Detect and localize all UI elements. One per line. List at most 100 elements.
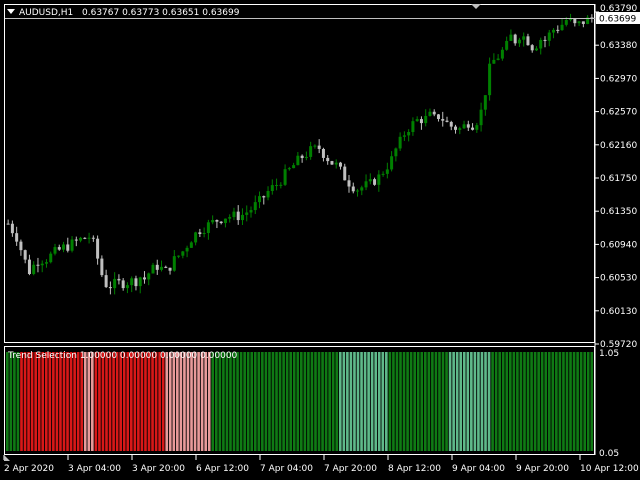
candle	[258, 191, 262, 209]
candle-body	[552, 29, 556, 33]
candle-body	[23, 250, 27, 260]
chart-shift-marker-icon[interactable]	[471, 4, 481, 9]
scroll-corner-icon[interactable]	[4, 455, 10, 461]
candle-body	[304, 156, 308, 159]
indicator-bar	[257, 352, 261, 451]
indicator-bar	[508, 352, 512, 451]
candle	[147, 272, 151, 286]
candle-body	[326, 157, 330, 162]
candle-body	[215, 220, 219, 222]
candle	[40, 260, 44, 273]
indicator-bar	[331, 352, 335, 451]
candle	[296, 152, 300, 166]
collapse-triangle-icon[interactable]	[7, 9, 15, 14]
indicator-bar	[261, 352, 264, 451]
candle	[471, 123, 475, 131]
indicator-bar	[278, 352, 282, 451]
candle	[462, 120, 466, 129]
candle-body	[168, 267, 172, 271]
candle	[411, 117, 415, 136]
candle	[390, 151, 394, 172]
candle-body	[492, 59, 496, 64]
candle	[373, 177, 377, 186]
indicator-bar	[431, 352, 434, 451]
indicator-bar	[360, 352, 363, 451]
candle	[160, 260, 164, 272]
candle	[407, 129, 411, 142]
candle	[522, 32, 526, 47]
candle-body	[134, 278, 138, 287]
candle	[581, 21, 585, 28]
candle	[317, 139, 321, 154]
candle-body	[62, 244, 66, 250]
candles-group	[6, 13, 594, 295]
indicator-bar	[207, 352, 211, 451]
indicator-bar	[363, 352, 367, 451]
indicator-bar	[168, 352, 172, 451]
indicator-bar	[438, 352, 441, 451]
candle	[488, 57, 492, 101]
indicator-bar	[229, 352, 232, 451]
candle-body	[526, 36, 530, 46]
candle	[125, 282, 129, 294]
trading-chart[interactable]: AUDUSD,H1 0.63767 0.63773 0.63651 0.6369…	[0, 0, 640, 480]
candle	[394, 147, 398, 162]
indicator-bar	[101, 352, 105, 451]
candle-body	[40, 263, 44, 266]
time-label: 2 Apr 2020	[4, 464, 54, 474]
indicator-bar	[381, 352, 385, 451]
price-label: 0.60940	[600, 240, 637, 250]
candle	[189, 241, 193, 248]
candle	[279, 182, 283, 189]
indicator-bars-group	[6, 352, 594, 451]
candle-body	[360, 187, 364, 191]
indicator-bar	[20, 352, 23, 451]
candle-body	[334, 162, 338, 165]
candle	[223, 218, 227, 228]
candle-body	[475, 125, 479, 130]
candle	[547, 29, 551, 47]
candle-body	[74, 239, 78, 241]
candle-body	[407, 132, 411, 136]
indicator-bar	[179, 352, 183, 451]
indicator-bar	[30, 352, 34, 451]
indicator-bar	[211, 352, 215, 451]
candle-body	[436, 114, 440, 119]
candle-body	[228, 217, 232, 219]
candle-body	[573, 18, 577, 24]
candle	[262, 195, 266, 205]
candle	[100, 255, 104, 278]
candle-body	[377, 174, 381, 185]
candle-body	[53, 247, 57, 254]
candle	[185, 245, 189, 258]
candle-body	[83, 237, 87, 239]
candle	[569, 13, 573, 22]
candle	[419, 116, 423, 130]
time-label: 9 Apr 04:00	[452, 464, 505, 474]
candle	[552, 28, 556, 39]
indicator-bar	[420, 352, 424, 451]
indicator-bar	[218, 352, 222, 451]
candle	[194, 231, 198, 246]
candle	[32, 261, 36, 276]
indicator-bar	[264, 352, 268, 451]
candle-body	[240, 214, 244, 221]
candle	[215, 219, 219, 229]
indicator-bar	[558, 352, 562, 451]
candle	[130, 276, 134, 293]
indicator-bar	[346, 352, 349, 451]
indicator-bar	[37, 352, 41, 451]
indicator-bar	[105, 352, 108, 451]
candle	[458, 126, 462, 135]
indicator-bar	[27, 352, 30, 451]
indicator-bar	[250, 352, 254, 451]
indicator-bar	[275, 352, 278, 451]
candle-body	[300, 155, 304, 159]
time-label: 9 Apr 20:00	[516, 464, 569, 474]
indicator-bar	[374, 352, 378, 451]
indicator-bar	[317, 352, 321, 451]
indicator-title: Trend Selection 1.00000 0.00000 0.00000 …	[7, 351, 238, 361]
price-label: 0.63380	[600, 41, 637, 51]
indicator-bar	[147, 352, 151, 451]
candle-body	[368, 179, 372, 182]
